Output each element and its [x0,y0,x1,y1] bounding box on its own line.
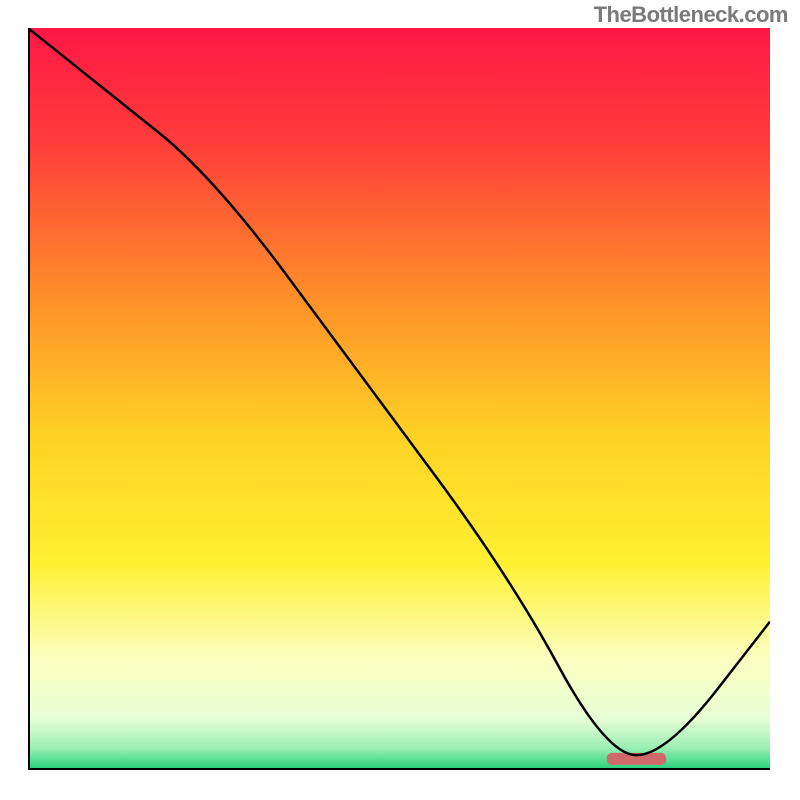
bottleneck-chart [28,28,770,770]
watermark-text: TheBottleneck.com [594,2,788,28]
gradient-background [28,28,770,770]
chart-container [28,28,770,770]
